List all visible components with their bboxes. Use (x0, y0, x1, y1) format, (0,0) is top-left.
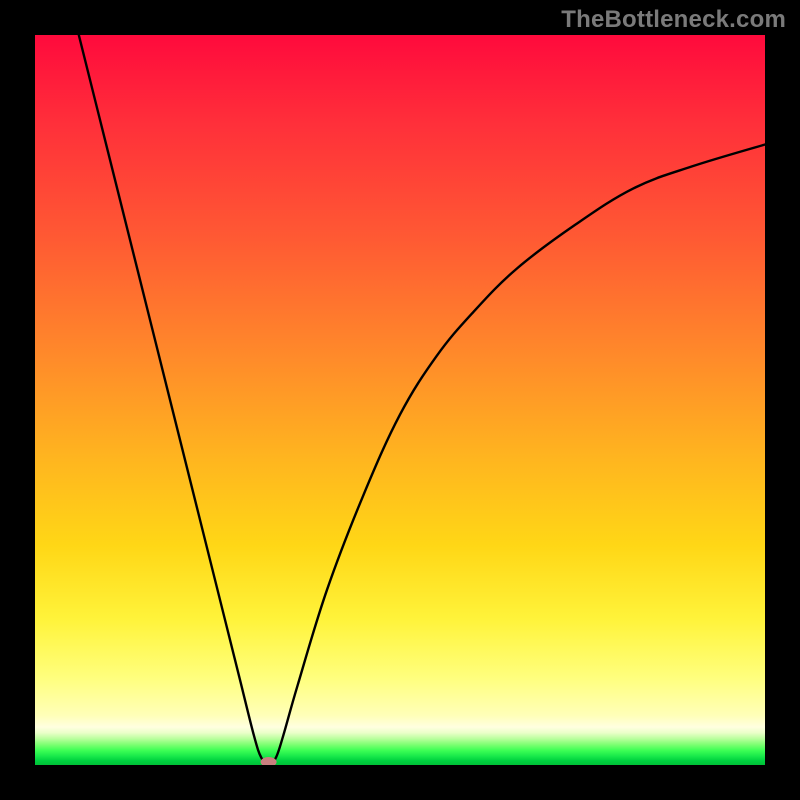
chart-frame: TheBottleneck.com (0, 0, 800, 800)
minimum-marker (261, 757, 277, 765)
bottleneck-curve-path (79, 35, 765, 765)
watermark-text: TheBottleneck.com (561, 6, 786, 34)
plot-area (35, 35, 765, 765)
bottleneck-curve-svg (35, 35, 765, 765)
